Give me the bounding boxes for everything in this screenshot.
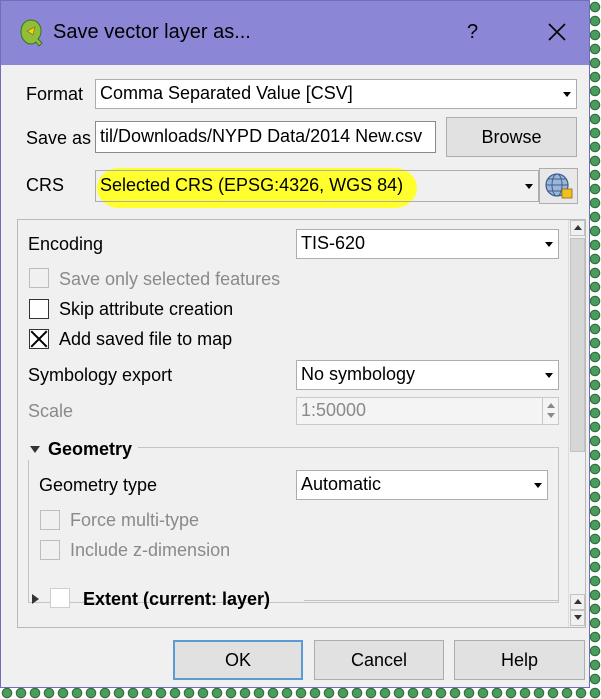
skip-attribute-label: Skip attribute creation	[59, 299, 234, 319]
crs-selector-button[interactable]	[539, 168, 578, 204]
include-z-checkbox[interactable]	[40, 540, 60, 560]
geometry-type-value: Automatic	[301, 474, 382, 494]
chevron-down-icon	[563, 92, 571, 97]
include-z-label: Include z-dimension	[70, 540, 231, 560]
symbology-select[interactable]: No symbology	[296, 360, 559, 390]
scale-value: 1:50000	[301, 400, 367, 420]
spin-arrows[interactable]	[542, 398, 558, 424]
force-multi-checkbox[interactable]	[40, 510, 60, 530]
encoding-value: TIS-620	[301, 233, 366, 253]
crs-label: CRS	[26, 175, 65, 195]
chevron-up-icon	[574, 225, 582, 230]
help-title-button[interactable]: ?	[467, 21, 478, 44]
browse-button[interactable]: Browse	[446, 117, 577, 157]
scale-spinbox[interactable]: 1:50000	[296, 397, 559, 425]
crs-select[interactable]: Selected CRS (EPSG:4326, WGS 84)	[95, 170, 539, 202]
scroll-up-button[interactable]	[570, 220, 585, 236]
extent-checkbox[interactable]	[50, 588, 70, 608]
add-to-map-checkbox[interactable]	[29, 329, 49, 349]
scroll-up-button-lower[interactable]	[570, 594, 585, 610]
encoding-select[interactable]: TIS-620	[296, 229, 559, 259]
save-vector-dialog: Save vector layer as... ? Format Comma S…	[0, 0, 590, 688]
extent-divider	[304, 600, 558, 601]
close-icon[interactable]	[542, 17, 572, 47]
chevron-down-icon	[545, 242, 553, 247]
options-panel: Encoding TIS-620 Save only selected feat…	[17, 219, 586, 628]
geometry-type-select[interactable]: Automatic	[296, 470, 548, 500]
format-select[interactable]: Comma Separated Value [CSV]	[95, 79, 577, 109]
chevron-down-icon	[534, 483, 542, 488]
crs-value: Selected CRS (EPSG:4326, WGS 84)	[100, 175, 404, 195]
collapse-arrow-icon	[30, 446, 40, 453]
skip-attribute-checkbox[interactable]	[29, 299, 49, 319]
symbology-value: No symbology	[301, 364, 416, 384]
expand-arrow-icon[interactable]	[32, 594, 39, 604]
scroll-thumb[interactable]	[570, 238, 585, 452]
globe-icon	[545, 173, 573, 199]
force-multi-label: Force multi-type	[70, 510, 200, 530]
format-label: Format	[26, 84, 84, 104]
window-title: Save vector layer as...	[53, 21, 251, 43]
symbology-label: Symbology export	[28, 365, 173, 385]
chevron-down-icon	[574, 615, 582, 620]
geometry-title: Geometry	[48, 439, 133, 459]
ok-button[interactable]: OK	[173, 640, 303, 680]
chevron-down-icon	[547, 413, 555, 418]
title-bar[interactable]: Save vector layer as... ?	[1, 1, 589, 65]
chevron-up-icon	[547, 403, 555, 408]
geometry-group-header[interactable]: Geometry	[28, 439, 139, 460]
save-as-input[interactable]: til/Downloads/NYPD Data/2014 New.csv	[95, 121, 436, 153]
geometry-type-label: Geometry type	[39, 475, 158, 495]
qgis-logo-icon	[20, 19, 43, 47]
help-button[interactable]: Help	[454, 640, 585, 680]
extent-title: Extent (current: layer)	[83, 589, 271, 609]
save-selected-checkbox[interactable]	[29, 268, 49, 288]
format-value: Comma Separated Value [CSV]	[100, 83, 353, 103]
save-as-label: Save as	[26, 128, 92, 148]
chevron-down-icon	[525, 184, 533, 189]
scale-label: Scale	[28, 401, 74, 421]
options-scrollbar[interactable]	[568, 220, 585, 627]
add-to-map-label: Add saved file to map	[59, 329, 233, 349]
encoding-label: Encoding	[28, 234, 104, 254]
cancel-button[interactable]: Cancel	[314, 640, 444, 680]
chevron-up-icon	[574, 599, 582, 604]
chevron-down-icon	[545, 373, 553, 378]
save-selected-label: Save only selected features	[59, 269, 281, 289]
scroll-down-button[interactable]	[570, 610, 585, 626]
